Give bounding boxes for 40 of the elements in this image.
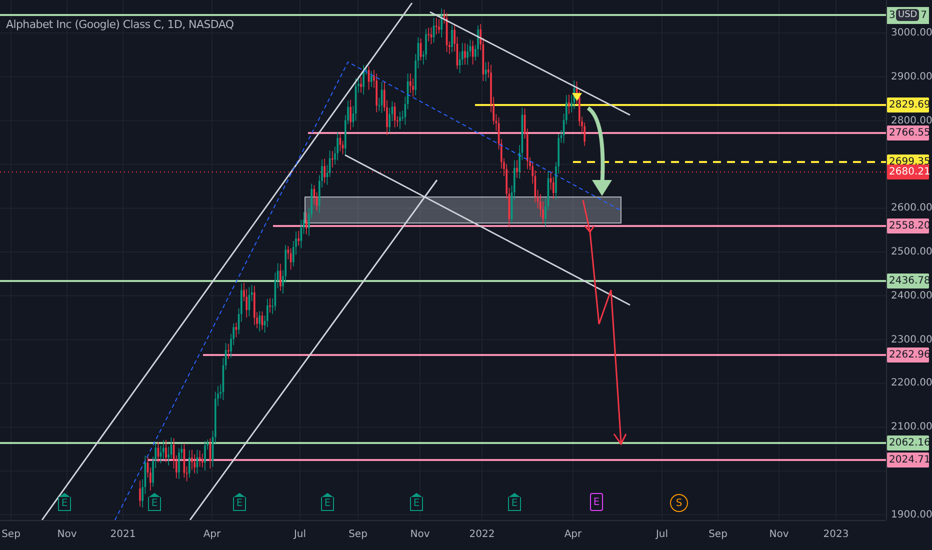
event-marker[interactable]: E <box>590 493 603 511</box>
event-marker[interactable]: S <box>670 494 688 512</box>
price-tick: 2100.00 <box>891 422 932 433</box>
event-marker[interactable]: E <box>321 493 334 511</box>
price-tick: 2500.00 <box>891 246 932 258</box>
event-marker[interactable]: E <box>148 493 161 511</box>
event-marker[interactable]: E <box>58 493 71 511</box>
price-label: 2829.69 <box>887 98 929 112</box>
time-label: Sep <box>348 529 368 540</box>
event-marker[interactable]: E <box>410 493 423 511</box>
time-label: Sep <box>708 529 728 540</box>
time-label: Sep <box>2 529 20 540</box>
price-label: 2436.78 <box>887 274 929 288</box>
price-tick: 2200.00 <box>891 378 932 389</box>
time-label: Nov <box>410 529 430 540</box>
price-label: 2262.96 <box>887 348 929 362</box>
time-label: 2022 <box>469 529 495 540</box>
price-tick: 2900.00 <box>891 71 932 82</box>
chart-title: Alphabet Inc (Google) Class C, 1D, NASDAQ <box>6 18 234 31</box>
price-tick: 2600.00 <box>891 202 932 214</box>
time-label: Apr <box>564 529 582 540</box>
currency-label[interactable]: USD <box>896 9 920 21</box>
price-label: 2062.16 <box>887 436 929 450</box>
time-label: 2021 <box>110 529 136 540</box>
time-label: Jul <box>656 529 668 540</box>
price-tick: 3000.00 <box>891 28 932 38</box>
price-label: 2024.71 <box>887 452 929 468</box>
price-label: 2766.55 <box>887 126 929 140</box>
price-tick: 1900.00 <box>891 509 932 520</box>
time-label: 2023 <box>823 529 849 540</box>
time-label: Apr <box>203 529 221 540</box>
time-label: Nov <box>57 529 77 540</box>
price-label: 2558.20 <box>887 218 929 234</box>
price-tick: 2800.00 <box>891 115 932 126</box>
time-label: Nov <box>769 529 789 540</box>
price-tick: 2400.00 <box>891 290 932 302</box>
event-marker[interactable]: E <box>233 493 246 511</box>
time-label: Jul <box>294 529 306 540</box>
price-tick: 2300.00 <box>891 334 932 346</box>
event-marker[interactable]: E <box>508 493 521 511</box>
